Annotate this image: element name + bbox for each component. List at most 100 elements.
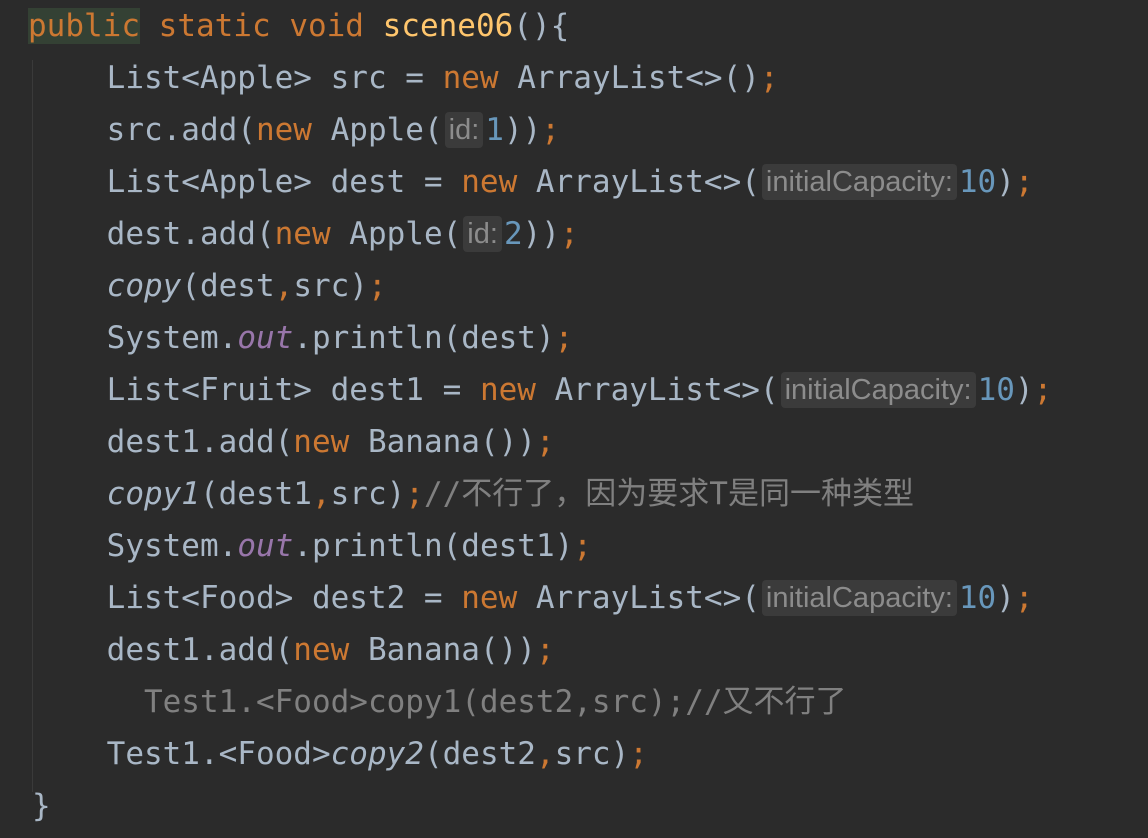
code-text: ) (1014, 372, 1034, 408)
code-text: ArrayList<>( (517, 164, 760, 200)
code-text: (dest1 (199, 476, 312, 512)
keyword-void: void (289, 8, 364, 44)
code-line-3[interactable]: src.add(new Apple(id: 1)); (32, 104, 560, 156)
keyword-new: new (293, 424, 350, 460)
comma: , (311, 476, 331, 512)
code-text: src) (293, 268, 368, 304)
code-line-6[interactable]: copy(dest,src); (32, 260, 387, 312)
line-comment: //不行了，因为要求T是同一种类型 (423, 476, 914, 512)
code-editor[interactable]: public static void scene06(){ List<Apple… (0, 0, 1148, 838)
code-text: (){ (513, 8, 570, 44)
code-line-2[interactable]: List<Apple> src = new ArrayList<>(); (32, 52, 779, 104)
keyword-new: new (461, 580, 518, 616)
semicolon: ; (541, 112, 560, 148)
parameter-hint: initialCapacity: (761, 164, 957, 200)
keyword-static: static (158, 8, 271, 44)
keyword-new: new (461, 164, 518, 200)
number-literal: 10 (977, 372, 1015, 408)
code-line-5[interactable]: dest.add(new Apple(id: 2)); (32, 208, 579, 260)
semicolon: ; (573, 528, 592, 564)
keyword-public: public (28, 8, 140, 44)
semicolon: ; (535, 424, 555, 460)
parameter-hint: id: (444, 112, 484, 148)
code-text: (dest (181, 268, 275, 304)
code-line-11[interactable]: System.out.println(dest1); (32, 520, 592, 572)
code-text: Test1.<Food> (32, 736, 331, 772)
semicolon: ; (559, 216, 579, 252)
method-call-copy1: copy1 (106, 476, 200, 512)
code-text: ArrayList<>( (517, 580, 760, 616)
code-text: dest1.add( (32, 632, 294, 668)
code-text: System. (32, 528, 238, 564)
code-text: .println(dest) (293, 320, 555, 356)
code-line-10[interactable]: copy1(dest1,src);//不行了，因为要求T是同一种类型 (32, 468, 914, 520)
code-text: dest1.add( (32, 424, 294, 460)
semicolon: ; (535, 632, 555, 668)
code-text: src.add( (32, 112, 256, 148)
comma: , (535, 736, 555, 772)
number-literal: 10 (958, 164, 997, 200)
code-text: List<Food> dest2 = (32, 580, 462, 616)
method-call-copy2: copy2 (330, 736, 424, 772)
code-line-4[interactable]: List<Apple> dest = new ArrayList<>(initi… (32, 156, 1034, 208)
code-text: List<Apple> src = (32, 60, 443, 96)
keyword-new: new (255, 112, 312, 148)
code-text: System. (32, 320, 238, 356)
semicolon: ; (554, 320, 574, 356)
commented-out-code: Test1.<Food>copy1(dest2,src);//又不行了 (32, 684, 847, 720)
code-line-1[interactable]: public static void scene06(){ (28, 0, 569, 52)
keyword-new: new (293, 632, 350, 668)
comma: , (274, 268, 294, 304)
number-literal: 2 (503, 216, 523, 252)
code-line-15[interactable]: Test1.<Food>copy2(dest2,src); (32, 728, 648, 780)
code-line-8[interactable]: List<Fruit> dest1 = new ArrayList<>(init… (32, 364, 1052, 416)
semicolon: ; (1033, 372, 1053, 408)
code-line-12[interactable]: List<Food> dest2 = new ArrayList<>(initi… (32, 572, 1034, 624)
number-literal: 10 (958, 580, 997, 616)
parameter-hint: initialCapacity: (761, 580, 957, 616)
semicolon: ; (367, 268, 387, 304)
semicolon: ; (1014, 164, 1034, 200)
semicolon: ; (405, 476, 424, 512)
code-line-13[interactable]: dest1.add(new Banana()); (32, 624, 555, 676)
code-line-9[interactable]: dest1.add(new Banana()); (32, 416, 555, 468)
code-text: Apple( (311, 112, 443, 148)
code-text: src) (554, 736, 630, 772)
code-text: ArrayList<>() (498, 60, 760, 96)
static-field-out: out (237, 320, 294, 356)
parameter-hint: id: (463, 216, 502, 252)
semicolon: ; (759, 60, 779, 96)
code-line-14[interactable]: Test1.<Food>copy1(dest2,src);//又不行了 (32, 676, 847, 728)
code-line-16[interactable]: } (32, 780, 51, 832)
static-field-out: out (237, 528, 294, 564)
code-text: (dest2 (423, 736, 536, 772)
code-line-7[interactable]: System.out.println(dest); (32, 312, 574, 364)
method-call-copy: copy (106, 268, 182, 304)
method-name: scene06 (382, 8, 514, 44)
code-text: ) (996, 164, 1015, 200)
keyword-new: new (479, 372, 536, 408)
parameter-hint: initialCapacity: (780, 372, 976, 408)
code-text: .println(dest1) (293, 528, 574, 564)
code-text: Apple( (330, 216, 462, 252)
code-text: )) (522, 216, 560, 252)
code-text: List<Fruit> dest1 = (32, 372, 480, 408)
code-text: )) (503, 112, 542, 148)
closing-brace: } (32, 788, 51, 824)
code-text: dest.add( (32, 216, 275, 252)
code-text: src) (330, 476, 406, 512)
number-literal: 1 (485, 112, 504, 148)
code-text: List<Apple> dest = (32, 164, 462, 200)
code-text: ArrayList<>( (535, 372, 779, 408)
semicolon: ; (629, 736, 648, 772)
semicolon: ; (1014, 580, 1034, 616)
keyword-new: new (442, 60, 499, 96)
code-text: Banana()) (349, 424, 536, 460)
keyword-new: new (274, 216, 331, 252)
code-text: ) (996, 580, 1015, 616)
